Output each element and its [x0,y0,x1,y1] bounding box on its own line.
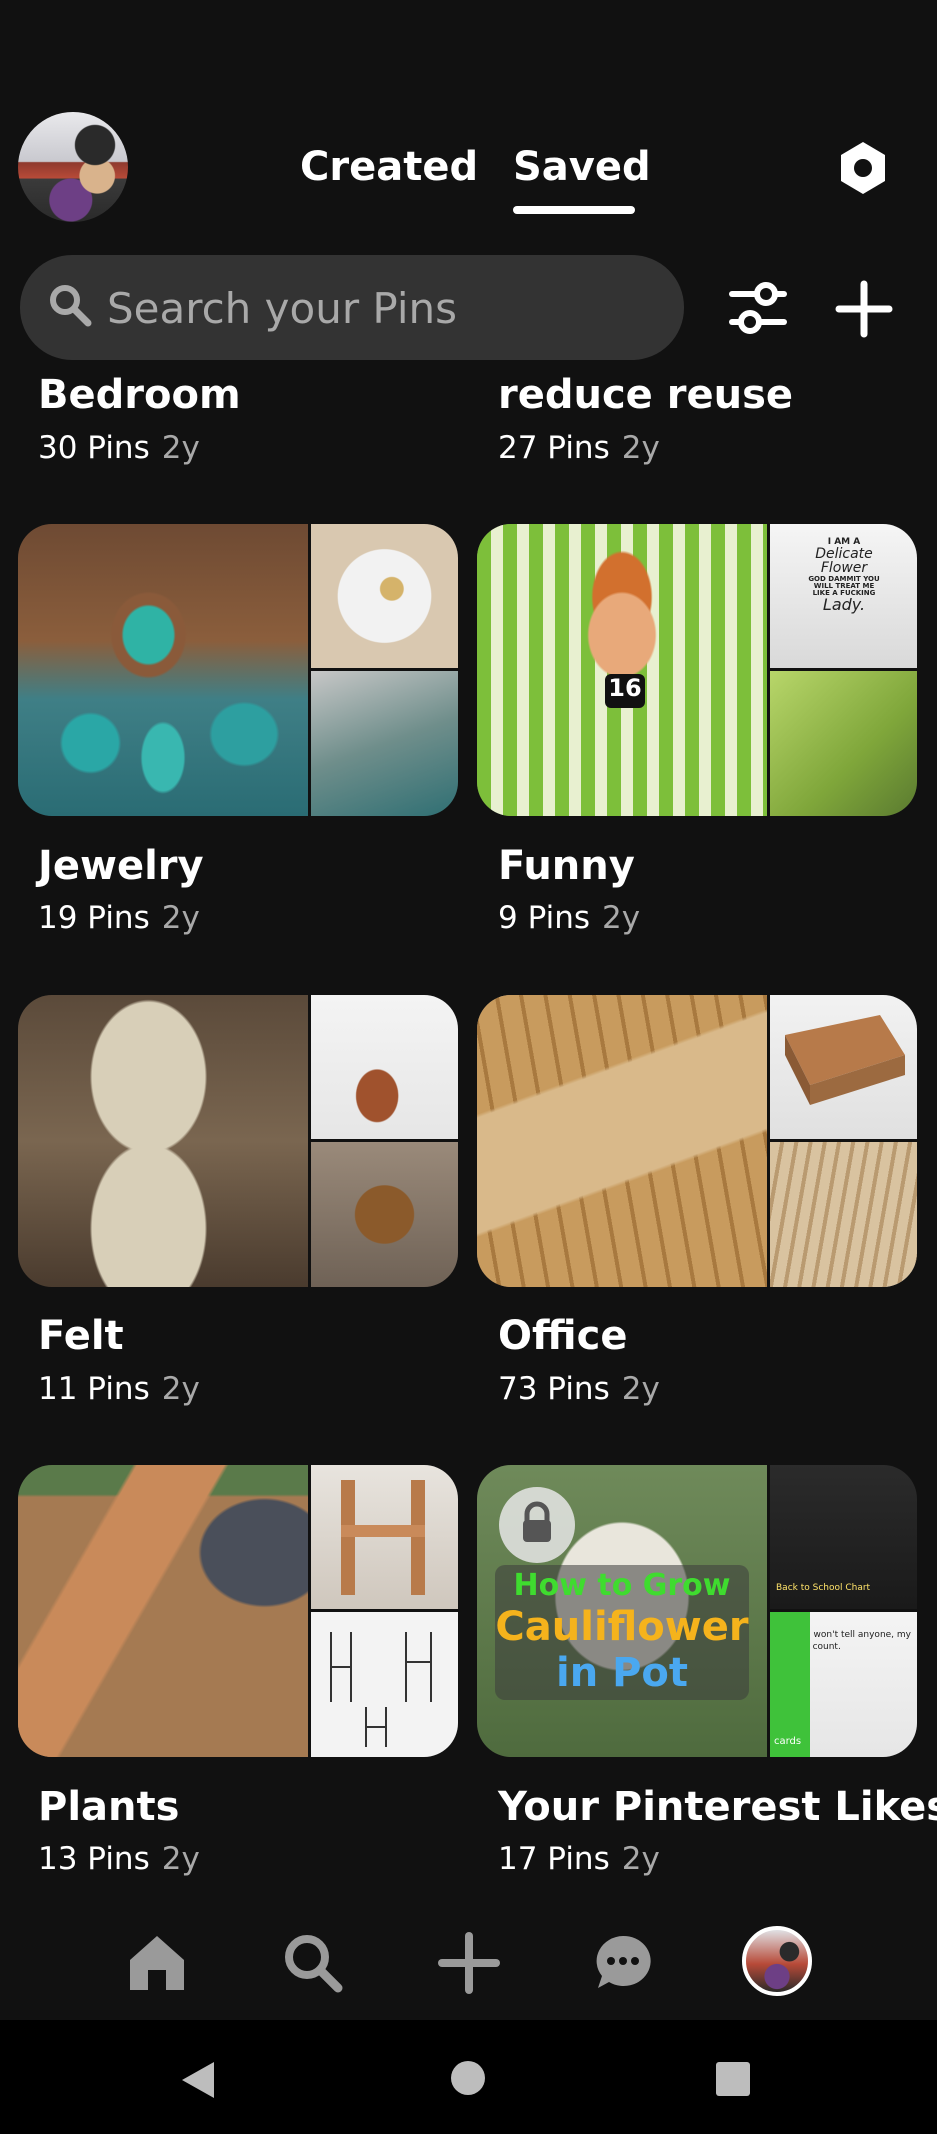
sliders-icon [729,282,787,334]
nav-messages[interactable] [590,1930,656,1996]
nav-profile-avatar[interactable] [742,1926,812,1996]
tab-created[interactable]: Created [300,144,478,190]
cover-image [18,524,308,816]
recents-icon[interactable] [716,2062,750,2096]
board-cover-funny[interactable]: 16 I AM A Delicate Flower GOD DAMMIT YOU… [477,524,917,816]
shirt-text: Delicate [815,546,873,563]
cover-image: 16 [477,524,767,816]
cover-image: I AM A Delicate Flower GOD DAMMIT YOU WI… [770,524,917,668]
nav-home[interactable] [124,1930,190,1996]
profile-avatar[interactable] [18,112,128,222]
cover-image: en I say I won't tell anyone, my r doesn… [770,1612,917,1757]
board-title[interactable]: Felt [38,1313,124,1359]
board-meta: 19 Pins 2y [38,900,200,936]
board-title[interactable]: Bedroom [38,372,241,418]
board-title[interactable]: Funny [498,843,635,889]
shirt-text: Flower [820,560,868,577]
cover-image [311,995,458,1139]
cover-image [770,671,917,816]
board-meta: 27 Pins 2y [498,430,660,466]
board-meta: 9 Pins 2y [498,900,641,936]
board-title[interactable]: Your Pinterest Likes [498,1784,937,1830]
home-circle-icon[interactable] [450,2060,486,2096]
settings-button[interactable] [838,140,888,196]
cover-image [770,995,917,1139]
plus-icon [438,1932,500,1994]
board-title[interactable]: Jewelry [38,843,204,889]
hexagon-gear-icon [841,142,885,194]
board-cover-office[interactable] [477,995,917,1287]
mic-label: 16 [605,674,645,708]
board-cover-jewelry[interactable] [18,524,458,816]
plant-stand-image [341,1480,425,1595]
cover-image [311,671,458,816]
lock-icon [523,1501,551,1542]
pin-headline: in Pot [555,1649,689,1696]
cover-image [770,1142,917,1287]
nav-create[interactable] [436,1930,502,1996]
cover-image [311,1142,458,1287]
board-meta: 73 Pins 2y [498,1371,660,1407]
board-meta: 17 Pins 2y [498,1841,660,1877]
plans-diagram [330,1632,432,1747]
chart-caption: Back to School Chart [776,1583,871,1593]
cover-image: Back to School Chart [770,1465,917,1609]
plus-icon [835,280,893,338]
search-icon [50,285,92,327]
shirt-text: Lady. [822,595,866,615]
board-meta: 30 Pins 2y [38,430,200,466]
cover-image [311,1612,458,1757]
board-meta: 11 Pins 2y [38,1371,200,1407]
active-tab-indicator [513,206,635,214]
cover-image [311,1465,458,1609]
tab-saved[interactable]: Saved [513,144,651,190]
board-title[interactable]: Plants [38,1784,179,1830]
bottom-nav [0,1900,937,2020]
cover-image [311,524,458,668]
search-input[interactable] [105,255,669,362]
nav-search[interactable] [280,1930,346,1996]
chat-icon [596,1935,651,1988]
back-icon[interactable] [180,2060,216,2100]
create-board-button[interactable] [835,280,893,338]
board-title[interactable]: reduce reuse [498,372,793,418]
cover-image [477,995,767,1287]
cover-image: How to Grow Cauliflower in Pot [477,1465,767,1757]
filter-button[interactable] [728,280,788,336]
board-meta: 13 Pins 2y [38,1841,200,1877]
cards-label: cards [774,1736,802,1747]
search-icon [285,1935,343,1993]
home-icon [130,1936,184,1990]
board-cover-your-pinterest-likes[interactable]: How to Grow Cauliflower in Pot Back to S… [477,1465,917,1757]
cover-image [18,1465,308,1757]
search-bar[interactable] [20,255,684,362]
daybed-drawing [785,1015,905,1105]
cover-image [18,995,308,1287]
board-cover-plants[interactable] [18,1465,458,1757]
system-nav-bar [0,2020,937,2134]
pin-headline: How to Grow [513,1568,731,1603]
board-title[interactable]: Office [498,1313,627,1359]
pin-headline: Cauliflower [495,1603,749,1650]
board-cover-felt[interactable] [18,995,458,1287]
secret-board-badge [499,1487,575,1563]
